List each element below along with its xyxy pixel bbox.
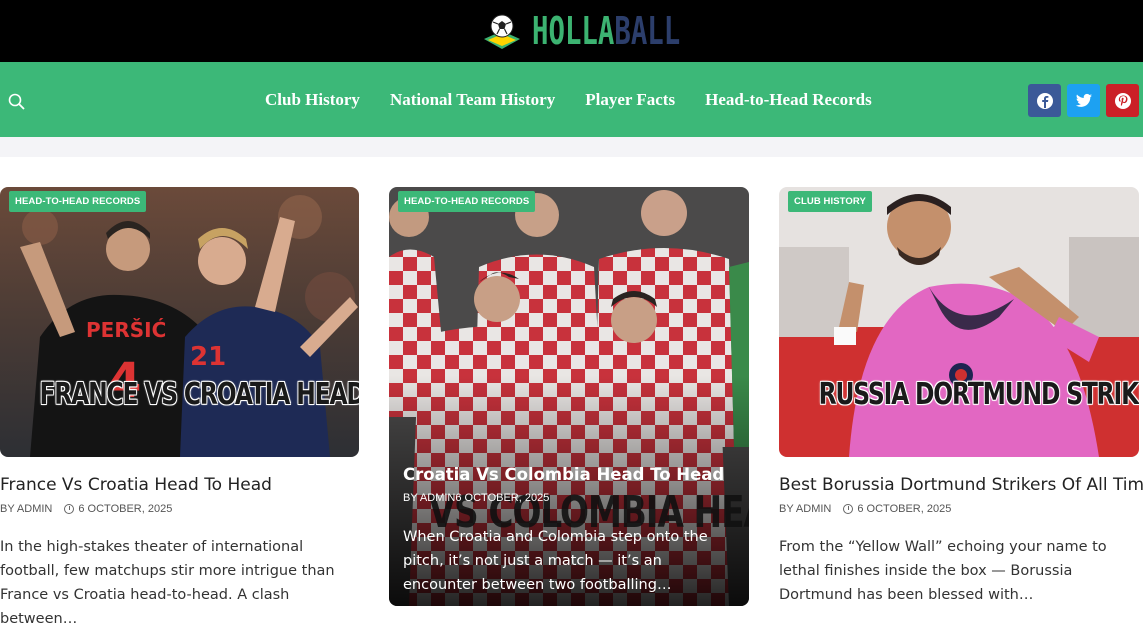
facebook-icon[interactable] bbox=[1028, 84, 1061, 117]
post-1-image-text: FRANCE VS CROATIA HEAD TO HEAD bbox=[39, 377, 359, 412]
nav-head-to-head-records[interactable]: Head-to-Head Records bbox=[705, 90, 872, 110]
nav-club-history[interactable]: Club History bbox=[265, 90, 360, 110]
clock-icon bbox=[843, 504, 854, 514]
svg-text:PERŠIĆ: PERŠIĆ bbox=[86, 318, 166, 342]
nav-player-facts[interactable]: Player Facts bbox=[585, 90, 675, 110]
post-2-title[interactable]: Croatia Vs Colombia Head To Head bbox=[403, 465, 724, 484]
divider-band bbox=[0, 137, 1143, 157]
post-1-meta: BY ADMIN 6 OCTOBER, 2025 bbox=[0, 503, 172, 515]
post-2-category-badge[interactable]: HEAD-TO-HEAD RECORDS bbox=[398, 191, 536, 212]
post-3-title[interactable]: Best Borussia Dortmund Strikers Of All T… bbox=[779, 475, 1143, 495]
post-1-category-badge[interactable]: HEAD-TO-HEAD RECORDS bbox=[9, 191, 147, 212]
post-3-meta: BY ADMIN 6 OCTOBER, 2025 bbox=[779, 503, 951, 515]
post-2-meta: BY ADMIN 6 OCTOBER, 2025 bbox=[403, 492, 549, 504]
post-1-author[interactable]: BY ADMIN bbox=[0, 503, 52, 515]
site-logo[interactable]: HOLLABALL bbox=[480, 6, 738, 56]
pinterest-icon[interactable] bbox=[1106, 84, 1139, 117]
twitter-icon[interactable] bbox=[1067, 84, 1100, 117]
post-3-category-badge[interactable]: CLUB HISTORY bbox=[788, 191, 872, 212]
post-3-image-text: RUSSIA DORTMUND STRIKERS OF A bbox=[818, 377, 1139, 412]
post-3-image[interactable]: CLUB HISTORY RUSSIA DORTMUND STRIKERS OF… bbox=[779, 187, 1139, 457]
post-3-excerpt: From the “Yellow Wall” echoing your name… bbox=[779, 539, 1107, 603]
post-2-date: 6 OCTOBER, 2025 bbox=[455, 492, 550, 504]
social-links bbox=[1022, 84, 1139, 117]
main-nav-bar: Club History National Team History Playe… bbox=[0, 62, 1143, 137]
clock-icon bbox=[64, 504, 75, 514]
nav-national-team-history[interactable]: National Team History bbox=[390, 90, 555, 110]
primary-menu: Club History National Team History Playe… bbox=[265, 62, 902, 137]
soccer-ball-icon bbox=[480, 9, 524, 53]
logo-wordmark: HOLLABALL bbox=[532, 9, 681, 53]
post-3-date: 6 OCTOBER, 2025 bbox=[857, 503, 952, 515]
post-1-title[interactable]: France Vs Croatia Head To Head bbox=[0, 475, 272, 495]
post-1-excerpt: In the high-stakes theater of internatio… bbox=[0, 539, 335, 627]
post-1-date: 6 OCTOBER, 2025 bbox=[78, 503, 173, 515]
svg-text:21: 21 bbox=[190, 342, 226, 372]
post-2-feature-card[interactable]: HEAD-TO-HEAD RECORDS VS COLOMBIA HEAD Cr… bbox=[389, 187, 749, 606]
post-2-excerpt: When Croatia and Colombia step onto the … bbox=[403, 529, 708, 593]
post-2-author[interactable]: BY ADMIN bbox=[403, 492, 455, 504]
post-3-author[interactable]: BY ADMIN bbox=[779, 503, 831, 515]
top-bar: HOLLABALL bbox=[0, 0, 1143, 62]
post-1-image[interactable]: PERŠIĆ 4 21 HEAD-TO-HEAD RECORDS FRANCE … bbox=[0, 187, 359, 457]
search-icon[interactable] bbox=[6, 91, 28, 113]
